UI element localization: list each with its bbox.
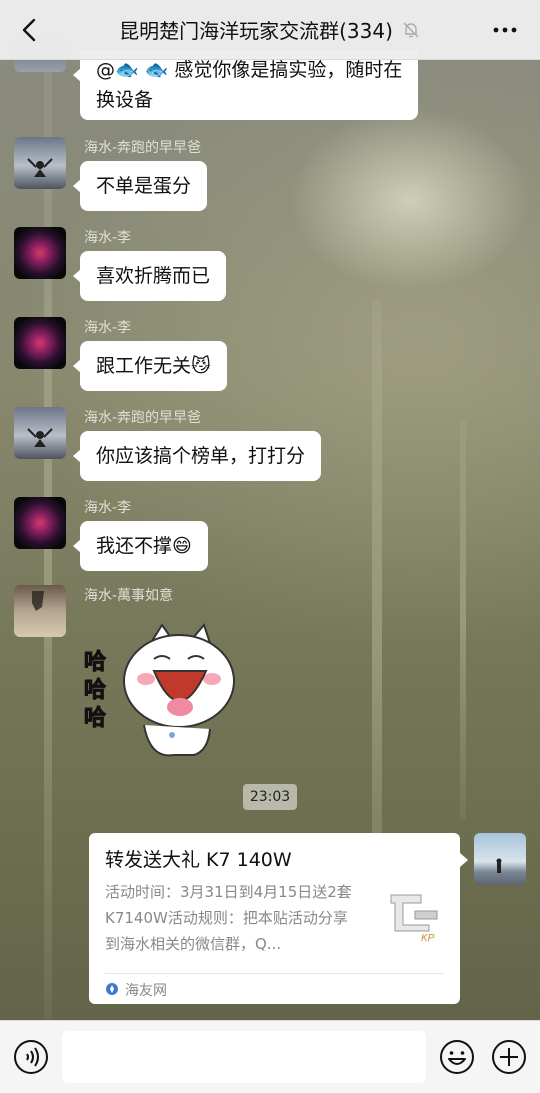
sender-name: 海水-李 [84, 500, 132, 516]
avatar[interactable] [14, 317, 66, 369]
chat-title-text: 昆明楚门海洋玩家交流群(334) [119, 19, 393, 43]
sticker[interactable]: 哈 哈 哈 [84, 621, 244, 761]
card-description: 活动时间：3月31日到4月15日送2套K7140W活动规则：把本贴活动分享到海水… [105, 883, 352, 953]
avatar[interactable] [14, 497, 66, 549]
message-bubble[interactable]: 你应该搞个榜单，打打分 [72, 431, 322, 481]
sender-name: 海水-奔跑的早早爸 [84, 410, 202, 426]
sticker-text: 哈 哈 哈 [84, 650, 107, 732]
avatar[interactable] [14, 227, 66, 279]
my-avatar[interactable] [474, 833, 526, 885]
avatar[interactable] [14, 137, 66, 189]
message-bubble[interactable]: 喜欢折腾而已 [72, 251, 227, 301]
back-chevron-icon[interactable] [14, 14, 46, 46]
input-bar [0, 1020, 540, 1093]
chat-title: 昆明楚门海洋玩家交流群(334) [119, 15, 421, 44]
sender-name: 海水-李 [84, 230, 132, 246]
sender-name: 海水-李 [84, 320, 132, 336]
avatar-person-icon [27, 158, 53, 177]
message-bubble[interactable]: 不单是蛋分 [72, 161, 208, 211]
link-card[interactable]: 转发送大礼 K7 140W 活动时间：3月31日到4月15日送2套K7140W活… [89, 833, 468, 1004]
voice-icon[interactable] [13, 1039, 49, 1075]
avatar[interactable] [14, 585, 66, 637]
sender-name: 海水-奔跑的早早爸 [84, 140, 202, 156]
thumbnail-label: KP [421, 933, 435, 944]
card-title: 转发送大礼 K7 140W [105, 849, 292, 871]
bell-off-icon [403, 22, 419, 37]
my-avatar-person-icon [496, 858, 502, 873]
product-thumbnail-icon: KP [390, 894, 438, 944]
chat-header: 昆明楚门海洋玩家交流群(334) [0, 0, 540, 60]
source-compass-icon [106, 983, 118, 995]
avatar[interactable] [14, 407, 66, 459]
background-streak [460, 420, 466, 820]
message-bubble[interactable]: 跟工作无关😼 [73, 341, 227, 391]
message-text-line2: 换设备 [96, 89, 154, 111]
laughing-cat-sticker-icon [123, 623, 235, 757]
emoji-icon[interactable] [439, 1039, 475, 1075]
avatar-person-icon [27, 428, 53, 447]
avatar-silhouette-icon [32, 591, 44, 611]
more-icon[interactable] [490, 16, 520, 44]
sender-name: 海水-萬事如意 [84, 588, 174, 604]
message-bubble[interactable]: 我还不撑😄 [73, 521, 208, 571]
plus-icon[interactable] [491, 1039, 527, 1075]
message-input[interactable] [62, 1031, 426, 1083]
card-separator [105, 973, 444, 974]
message-bubble[interactable]: @🐟 🐟 感觉你像是搞实验，随时在 换设备 [72, 50, 419, 120]
card-source: 海友网 [125, 983, 167, 999]
timestamp: 23:03 [243, 784, 297, 810]
